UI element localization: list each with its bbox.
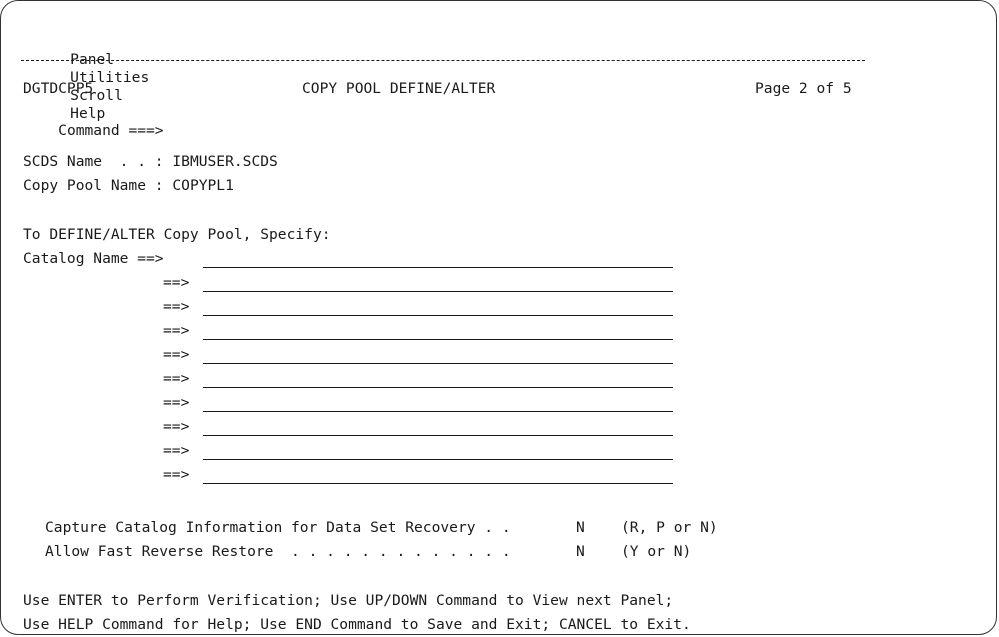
catalog-arrow-label: ==> bbox=[163, 418, 190, 435]
command-label: Command ===> bbox=[58, 122, 164, 139]
instruction-line-2: Use HELP Command for Help; Use END Comma… bbox=[23, 616, 691, 633]
fast-reverse-restore-label: Allow Fast Reverse Restore . . . . . . .… bbox=[45, 543, 511, 560]
catalog-arrow-label: ==> bbox=[163, 370, 190, 387]
fast-reverse-restore-value[interactable]: N bbox=[576, 543, 585, 561]
catalog-arrow-label: ==> bbox=[163, 394, 190, 411]
catalog-arrow-label: ==> bbox=[163, 466, 190, 483]
catalog-name-label: Catalog Name ==> bbox=[23, 250, 164, 267]
catalog-name-field[interactable] bbox=[203, 267, 673, 268]
panel-id: DGTDCPP5 bbox=[23, 80, 94, 97]
catalog-name-field[interactable] bbox=[203, 459, 673, 460]
catalog-name-field[interactable] bbox=[203, 291, 673, 292]
scds-name-value: IBMUSER.SCDS bbox=[172, 153, 278, 170]
catalog-name-field[interactable] bbox=[203, 387, 673, 388]
panel-title: COPY POOL DEFINE/ALTER bbox=[302, 80, 496, 97]
copy-pool-name-value: COPYPL1 bbox=[172, 177, 234, 194]
menu-divider bbox=[21, 60, 865, 61]
catalog-arrow-label: ==> bbox=[163, 274, 190, 291]
scds-name-label: SCDS Name . . : bbox=[23, 153, 173, 170]
command-line[interactable]: Command ===> bbox=[23, 104, 163, 139]
catalog-name-field[interactable] bbox=[203, 315, 673, 316]
catalog-arrow-label: ==> bbox=[163, 346, 190, 363]
copy-pool-name-row: Copy Pool Name : COPYPL1 bbox=[23, 177, 234, 195]
page-indicator: Page 2 of 5 bbox=[755, 80, 852, 97]
catalog-name-field[interactable] bbox=[203, 435, 673, 436]
catalog-name-field[interactable] bbox=[203, 483, 673, 484]
menu-bar: Panel Utilities Scroll Help bbox=[35, 33, 159, 122]
capture-catalog-hint: (R, P or N) bbox=[621, 519, 718, 536]
capture-catalog-value[interactable]: N bbox=[576, 519, 585, 537]
capture-catalog-label: Capture Catalog Information for Data Set… bbox=[45, 519, 511, 536]
form-intro: To DEFINE/ALTER Copy Pool, Specify: bbox=[23, 226, 331, 243]
catalog-arrow-label: ==> bbox=[163, 322, 190, 339]
panel-frame: Panel Utilities Scroll Help DGTDCPP5 COP… bbox=[0, 0, 997, 635]
catalog-arrow-label: ==> bbox=[163, 298, 190, 315]
instruction-line-1: Use ENTER to Perform Verification; Use U… bbox=[23, 592, 674, 609]
catalog-arrow-label: ==> bbox=[163, 442, 190, 459]
catalog-name-field[interactable] bbox=[203, 411, 673, 412]
scds-name-row: SCDS Name . . : IBMUSER.SCDS bbox=[23, 153, 278, 171]
catalog-name-field[interactable] bbox=[203, 363, 673, 364]
catalog-name-field[interactable] bbox=[203, 339, 673, 340]
fast-reverse-restore-hint: (Y or N) bbox=[621, 543, 692, 560]
copy-pool-name-label: Copy Pool Name : bbox=[23, 177, 173, 194]
